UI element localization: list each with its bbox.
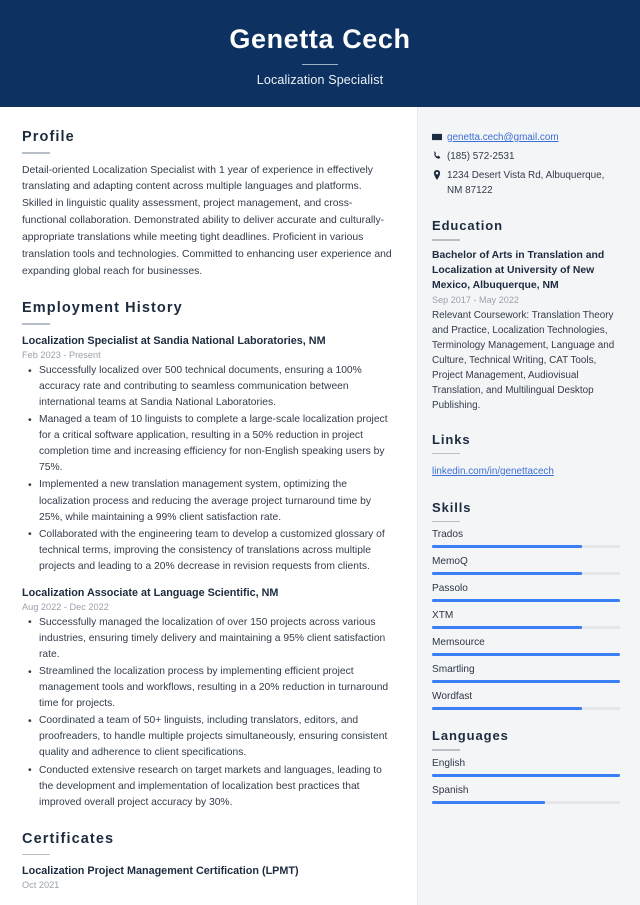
job-bullet: Streamlined the localization process by …	[22, 664, 393, 712]
email-link[interactable]: genetta.cech@gmail.com	[447, 131, 559, 146]
profile-text: Detail-oriented Localization Specialist …	[22, 164, 392, 277]
certificate-date: Oct 2021	[22, 880, 60, 891]
skill-item: XTM	[432, 610, 620, 630]
language-item: Spanish	[432, 785, 620, 804]
resume-header: Genetta Cech Localization Specialist	[0, 0, 640, 107]
contact-address-row: 1234 Desert Vista Rd, Albuquerque, NM 87…	[432, 169, 620, 199]
skill-item: Trados	[432, 529, 620, 549]
skill-item: Passolo	[432, 583, 620, 603]
languages-heading-rule	[432, 749, 460, 751]
skills-section: Skills Trados MemoQ Passolo XTM Memsourc…	[432, 500, 620, 711]
skill-fill	[432, 680, 620, 684]
job-bullet: Conducted extensive research on target m…	[22, 762, 393, 811]
employment-section: Employment History Localization Speciali…	[22, 300, 393, 810]
skills-heading: Skills	[432, 499, 472, 515]
language-fill	[432, 800, 545, 804]
skill-fill	[432, 599, 620, 603]
education-heading-rule	[432, 239, 460, 241]
skill-item: Smartling	[432, 664, 620, 684]
skill-label: Wordfast	[432, 691, 473, 703]
skill-label: XTM	[432, 610, 454, 622]
header-divider	[302, 64, 338, 66]
language-track	[432, 773, 620, 777]
skill-label: Trados	[432, 529, 464, 541]
employment-heading: Employment History	[22, 300, 183, 317]
languages-heading: Languages	[432, 728, 509, 744]
language-label: English	[432, 757, 466, 769]
skill-track	[432, 572, 620, 576]
job-title: Localization Specialist at Sandia Nation…	[22, 334, 326, 347]
skill-fill	[432, 653, 620, 657]
certificate-title: Localization Project Management Certific…	[22, 865, 299, 878]
sidebar-column: genetta.cech@gmail.com (185) 572-2531 12…	[417, 107, 640, 905]
job-bullets: Successfully localized over 500 technica…	[22, 363, 393, 575]
skill-fill	[432, 626, 583, 630]
skill-track	[432, 599, 620, 603]
location-pin-icon	[432, 169, 447, 180]
employment-heading-rule	[22, 323, 50, 325]
job-bullet: Collaborated with the engineering team t…	[22, 526, 393, 575]
skill-item: Wordfast	[432, 691, 620, 711]
skill-track	[432, 707, 620, 711]
languages-section: Languages English Spanish	[432, 728, 620, 804]
links-heading: Links	[432, 431, 471, 447]
skill-item: Memsource	[432, 637, 620, 657]
skills-heading-rule	[432, 520, 460, 523]
language-item: English	[432, 758, 620, 777]
job-date: Aug 2022 - Dec 2022	[22, 601, 109, 612]
skill-track	[432, 653, 620, 657]
education-heading: Education	[432, 218, 503, 234]
certificate-entry: Localization Project Management Certific…	[22, 864, 393, 890]
linkedin-link[interactable]: linkedin.com/in/genettacech	[432, 466, 554, 477]
resume-body: Profile Detail-oriented Localization Spe…	[0, 107, 640, 905]
education-date: Sep 2017 - May 2022	[432, 295, 519, 306]
education-degree: Bachelor of Arts in Translation and Loca…	[432, 249, 605, 292]
contact-phone-row: (185) 572-2531	[432, 150, 620, 165]
language-fill	[432, 773, 620, 777]
job-bullet: Successfully localized over 500 technica…	[22, 363, 393, 411]
job-entry: Localization Specialist at Sandia Nation…	[22, 334, 393, 575]
job-date: Feb 2023 - Present	[22, 350, 101, 361]
main-column: Profile Detail-oriented Localization Spe…	[0, 107, 417, 905]
links-section: Links linkedin.com/in/genettacech	[432, 432, 620, 482]
language-label: Spanish	[432, 784, 469, 796]
profile-section: Profile Detail-oriented Localization Spe…	[22, 129, 393, 280]
header-job-title: Localization Specialist	[256, 73, 384, 88]
job-bullet: Implemented a new translation management…	[22, 477, 393, 525]
phone-icon	[432, 150, 447, 161]
job-bullet: Successfully managed the localization of…	[22, 614, 393, 663]
page-title: Genetta Cech	[229, 23, 411, 54]
certificates-section: Certificates Localization Project Manage…	[22, 830, 393, 890]
contact-email-row[interactable]: genetta.cech@gmail.com	[432, 131, 620, 146]
job-bullet: Managed a team of 10 linguists to comple…	[22, 412, 393, 476]
certificates-heading-rule	[22, 853, 50, 856]
job-bullet: Coordinated a team of 50+ linguists, inc…	[22, 713, 393, 761]
skill-track	[432, 545, 620, 549]
skill-track	[432, 680, 620, 684]
profile-heading: Profile	[22, 129, 75, 145]
skill-label: MemoQ	[432, 556, 468, 568]
skill-fill	[432, 707, 583, 711]
language-track	[432, 800, 620, 804]
profile-heading-rule	[22, 152, 50, 154]
skill-label: Passolo	[432, 583, 468, 595]
skill-fill	[432, 545, 583, 549]
skill-track	[432, 626, 620, 630]
certificates-heading: Certificates	[22, 830, 115, 847]
phone-number: (185) 572-2531	[447, 150, 515, 162]
contact-section: genetta.cech@gmail.com (185) 572-2531 12…	[432, 131, 620, 198]
skill-label: Smartling	[432, 664, 475, 676]
education-section: Education Bachelor of Arts in Translatio…	[432, 218, 620, 413]
links-heading-rule	[432, 452, 460, 454]
job-title: Localization Associate at Language Scien…	[22, 586, 279, 599]
skill-label: Memsource	[432, 637, 485, 649]
skill-item: MemoQ	[432, 556, 620, 576]
envelope-icon	[432, 131, 447, 142]
education-description: Relevant Coursework: Translation Theory …	[432, 310, 615, 412]
job-bullets: Successfully managed the localization of…	[22, 614, 393, 811]
skill-fill	[432, 572, 583, 576]
address-text: 1234 Desert Vista Rd, Albuquerque, NM 87…	[447, 169, 605, 196]
resume-page: Genetta Cech Localization Specialist Pro…	[0, 0, 640, 905]
job-entry: Localization Associate at Language Scien…	[22, 586, 393, 811]
